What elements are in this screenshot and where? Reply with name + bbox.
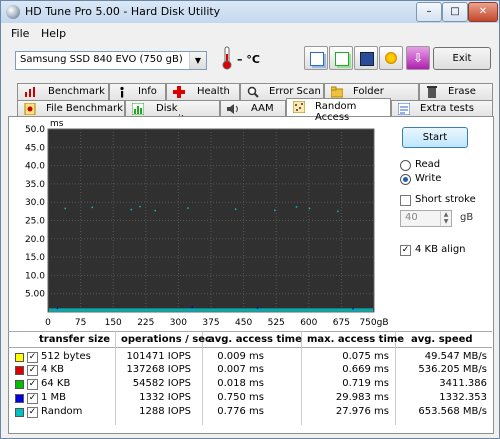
y-tick-label: 10.0 — [25, 271, 45, 281]
series-visible-checkbox[interactable]: ✓ — [27, 407, 38, 418]
x-tick-label: 375 — [202, 318, 219, 328]
series-color-swatch — [15, 380, 24, 389]
short-stroke-checkbox[interactable] — [400, 195, 411, 206]
x-tick-label: 300 — [170, 318, 187, 328]
cell-operations: 1288 IOPS — [139, 406, 191, 417]
cell-max-access-time: 0.075 ms — [342, 351, 389, 362]
cell-avg-access-time: 0.007 ms — [217, 364, 264, 375]
cell-max-access-time: 29.983 ms — [335, 392, 389, 403]
cell-transfer-size: 4 KB — [41, 364, 64, 375]
x-tick-label: 675 — [333, 318, 350, 328]
y-tick-label: 25.0 — [25, 217, 45, 227]
data-point — [234, 208, 237, 210]
cell-max-access-time: 0.719 ms — [342, 378, 389, 389]
x-tick-label: 150 — [105, 318, 122, 328]
y-tick-label: 15.0 — [25, 253, 45, 263]
series-visible-checkbox[interactable]: ✓ — [27, 393, 38, 404]
tab-random-access[interactable]: Random Access — [286, 98, 391, 123]
series-color-swatch — [15, 366, 24, 375]
cell-avg-speed: 536.205 MB/s — [418, 364, 487, 375]
y-tick-label: 40.0 — [25, 162, 45, 172]
x-tick-label: 0 — [45, 318, 51, 328]
column-divider — [202, 331, 203, 425]
cell-avg-access-time: 0.009 ms — [217, 351, 264, 362]
data-point — [130, 208, 133, 211]
data-point — [154, 209, 156, 212]
cell-avg-access-time: 0.750 ms — [217, 392, 264, 403]
cell-operations: 101471 IOPS — [126, 351, 191, 362]
short-stroke-unit: gB — [460, 212, 474, 223]
data-point — [352, 307, 354, 310]
read-radio[interactable] — [400, 160, 411, 171]
y-tick-label: 30.0 — [25, 198, 45, 208]
cell-avg-access-time: 0.776 ms — [217, 406, 264, 417]
y-axis-unit-label: ms — [50, 119, 64, 129]
cell-avg-speed: 3411.386 — [439, 378, 487, 389]
y-tick-label: 5.00 — [25, 290, 45, 300]
data-point — [274, 209, 276, 212]
series-visible-checkbox[interactable]: ✓ — [27, 365, 38, 376]
data-point — [91, 206, 93, 209]
x-tick-label: 750gB — [359, 318, 388, 328]
short-stroke-label: Short stroke — [415, 194, 476, 205]
cell-transfer-size: 64 KB — [41, 378, 71, 389]
start-button[interactable]: Start — [402, 127, 468, 148]
series-visible-checkbox[interactable]: ✓ — [27, 379, 38, 390]
align-checkbox[interactable]: ✓ — [400, 245, 411, 256]
cell-operations: 54582 IOPS — [132, 378, 191, 389]
series-visible-checkbox[interactable]: ✓ — [27, 352, 38, 363]
cell-transfer-size: Random — [41, 406, 83, 417]
data-point — [337, 210, 339, 213]
table-top-divider — [8, 331, 492, 332]
tab-label: Random Access — [315, 101, 357, 123]
spinner-arrows-icon[interactable]: ▲ ▼ — [440, 211, 451, 226]
y-tick-label: 35.0 — [25, 180, 45, 190]
x-tick-label: 600 — [300, 318, 317, 328]
cell-transfer-size: 512 bytes — [41, 351, 91, 362]
series-color-swatch — [15, 353, 24, 362]
data-point — [187, 207, 189, 209]
series-color-swatch — [15, 408, 24, 417]
col-header-ops: operations / sec — [121, 334, 211, 345]
data-point — [191, 306, 193, 309]
data-point — [56, 307, 59, 310]
data-point — [64, 207, 67, 210]
align-label: 4 KB align — [415, 244, 466, 255]
x-tick-label: 450 — [235, 318, 252, 328]
data-point — [308, 207, 311, 210]
data-point — [256, 307, 259, 309]
table-header-divider — [8, 347, 492, 348]
x-tick-label: 75 — [75, 318, 86, 328]
main-window: HD Tune Pro 5.00 - Hard Disk Utility – □… — [0, 0, 500, 439]
col-header-avg-speed: avg. speed — [411, 334, 473, 345]
x-tick-label: 225 — [137, 318, 154, 328]
cell-avg-speed: 49.547 MB/s — [424, 351, 487, 362]
x-tick-label: 525 — [268, 318, 285, 328]
cell-operations: 1332 IOPS — [139, 392, 191, 403]
y-tick-label: 45.0 — [25, 143, 45, 153]
col-header-max-access: max. access time — [307, 334, 405, 345]
cell-transfer-size: 1 MB — [41, 392, 67, 403]
cell-max-access-time: 0.669 ms — [342, 364, 389, 375]
series-color-swatch — [15, 394, 24, 403]
y-tick-label: 20.0 — [25, 235, 45, 245]
random-access-icon — [293, 101, 305, 113]
cell-operations: 137268 IOPS — [126, 364, 191, 375]
cell-avg-access-time: 0.018 ms — [217, 378, 264, 389]
write-radio-label: Write — [415, 173, 442, 184]
read-radio-label: Read — [415, 159, 441, 170]
cell-max-access-time: 27.976 ms — [335, 406, 389, 417]
data-point — [139, 205, 141, 208]
short-stroke-spinner[interactable]: 40 ▲ ▼ — [400, 210, 452, 227]
col-header-transfer-size: transfer size — [39, 334, 111, 345]
cell-avg-speed: 653.568 MB/s — [418, 406, 487, 417]
short-stroke-value: 40 — [405, 212, 418, 223]
col-header-avg-access: avg. access time — [208, 334, 302, 345]
cell-avg-speed: 1332.353 — [439, 392, 487, 403]
data-point — [295, 206, 298, 208]
y-tick-label: 50.0 — [25, 125, 45, 135]
write-radio[interactable] — [400, 174, 411, 185]
data-band — [49, 308, 373, 312]
